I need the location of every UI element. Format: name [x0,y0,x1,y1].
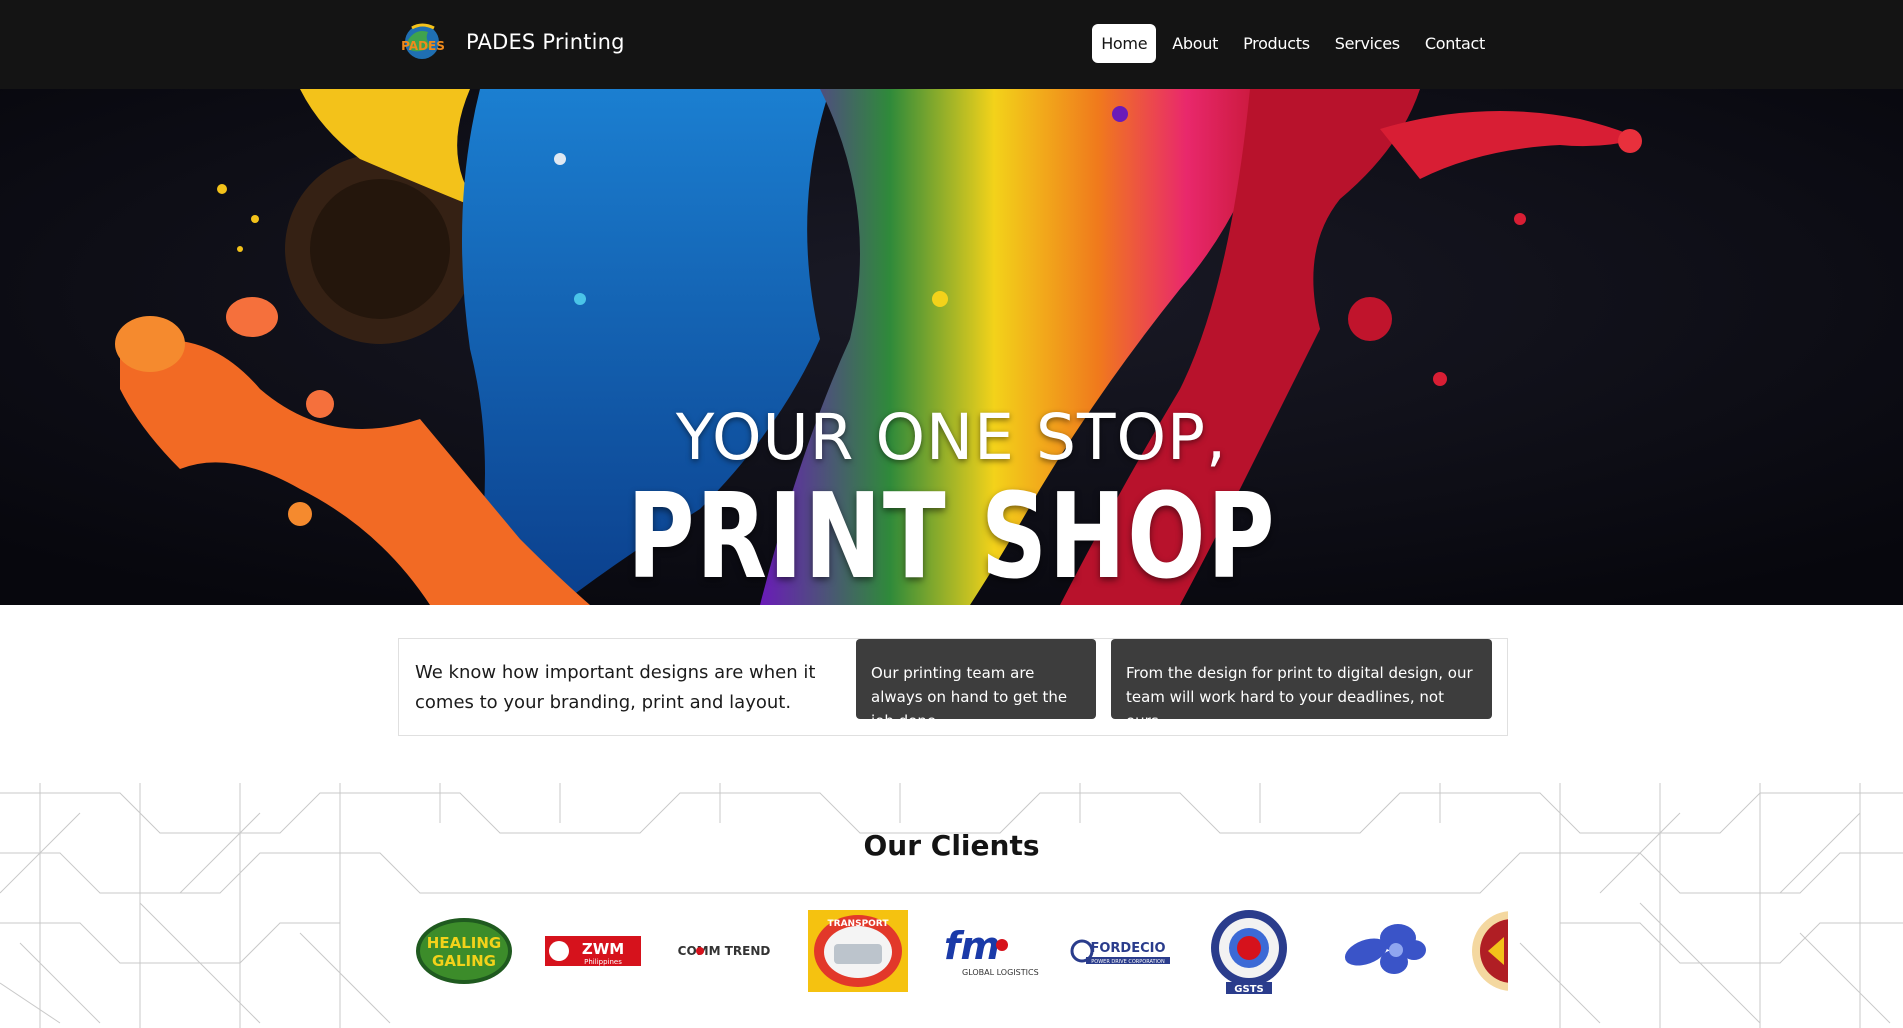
brand-name: PADES Printing [466,30,625,54]
client-logo-carousel[interactable]: HEALING GALING ZWM Philippines COMM TREN… [410,903,1508,1013]
client-logo-zwm[interactable]: ZWM Philippines [545,903,641,999]
top-navbar: PADES PADES Printing Home About Products… [0,0,1903,89]
svg-text:TRANSPORT: TRANSPORT [828,919,890,929]
client-logo-transport[interactable]: TRANSPORT [808,903,908,999]
svg-text:GALING: GALING [432,952,496,970]
main-nav: Home About Products Services Contact [1092,24,1494,63]
info-card-team: Our printing team are always on hand to … [856,639,1096,730]
client-logo-flower[interactable] [1336,903,1432,999]
svg-text:POWER DRIVE CORPORATION: POWER DRIVE CORPORATION [1091,959,1165,965]
svg-text:COMM TREND: COMM TREND [678,944,770,958]
nav-contact[interactable]: Contact [1416,24,1494,63]
client-logo-healing-galing[interactable]: HEALING GALING [414,903,514,999]
client-logo-fordecio[interactable]: FORDECIO POWER DRIVE CORPORATION [1070,903,1172,999]
nav-home[interactable]: Home [1092,24,1157,63]
info-lead-text: We know how important designs are when i… [415,662,816,713]
info-strip: We know how important designs are when i… [398,638,1508,736]
pades-logo-text: PADES [401,39,445,53]
nav-products[interactable]: Products [1234,24,1319,63]
svg-text:GSTS: GSTS [1234,984,1263,995]
clients-section: Our Clients HEALING GALING ZWM Philippin… [0,783,1903,1028]
nav-about[interactable]: About [1163,24,1227,63]
brand-link[interactable]: PADES PADES Printing [398,20,625,64]
nav-services[interactable]: Services [1326,24,1409,63]
svg-text:Philippines: Philippines [584,958,622,966]
hero-headline: PRINT SHOP [627,467,1277,605]
client-logo-fm-global[interactable]: fm GLOBAL LOGISTICS [940,903,1040,999]
svg-text:ZWM: ZWM [582,940,624,958]
client-logo-comm-trend[interactable]: COMM TREND [678,903,770,999]
client-logo-gsts[interactable]: GSTS [1204,903,1294,999]
client-logo-seal-partial[interactable] [1470,903,1508,999]
svg-text:HEALING: HEALING [427,934,501,952]
svg-text:FORDECIO: FORDECIO [1090,941,1165,956]
svg-text:GLOBAL LOGISTICS: GLOBAL LOGISTICS [962,968,1039,977]
hero-banner: YOUR ONE STOP, PRINT SHOP [0,89,1903,605]
clients-heading: Our Clients [863,829,1040,862]
info-card-design: From the design for print to digital des… [1111,639,1492,730]
pades-logo-icon: PADES [401,23,445,59]
hero-tagline: YOUR ONE STOP, [675,401,1228,474]
svg-text:fm: fm [944,924,1000,968]
